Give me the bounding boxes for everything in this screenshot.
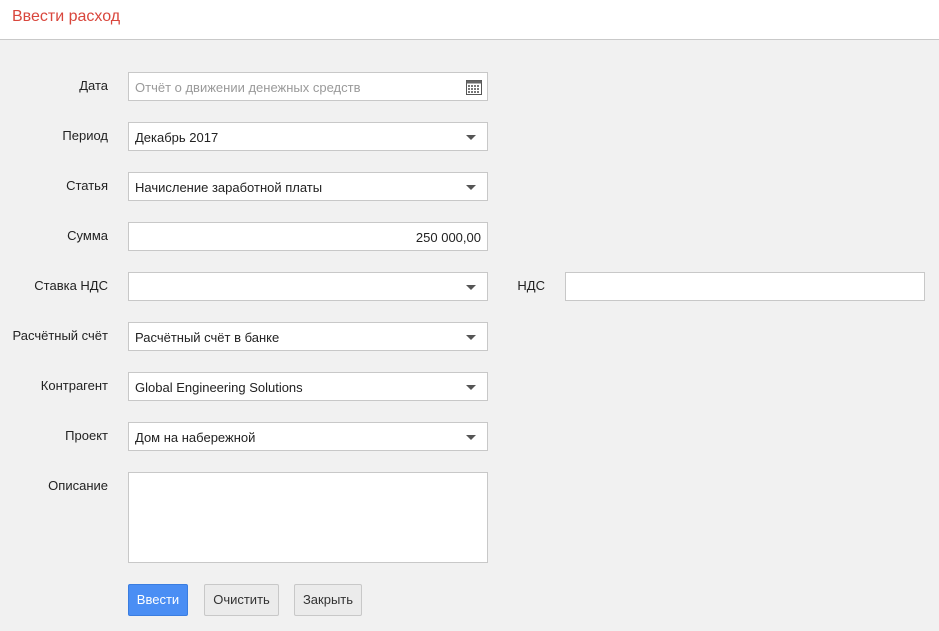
vat-rate-select[interactable] — [128, 272, 488, 301]
project-label: Проект — [65, 428, 108, 443]
description-textarea[interactable] — [128, 472, 488, 563]
amount-input[interactable]: 250 000,00 — [128, 222, 488, 251]
vat-rate-label: Ставка НДС — [34, 278, 108, 293]
project-value: Дом на набережной — [135, 430, 256, 445]
date-placeholder: Отчёт о движении денежных средств — [135, 80, 361, 95]
article-select[interactable]: Начисление заработной платы — [128, 172, 488, 201]
chevron-down-icon — [466, 185, 476, 190]
account-select[interactable]: Расчётный счёт в банке — [128, 322, 488, 351]
date-field[interactable]: Отчёт о движении денежных средств — [128, 72, 488, 101]
vat-label: НДС — [517, 278, 545, 293]
amount-label: Сумма — [67, 228, 108, 243]
chevron-down-icon — [466, 135, 476, 140]
date-label: Дата — [79, 78, 108, 93]
header: Ввести расход — [0, 0, 939, 40]
account-label: Расчётный счёт — [12, 328, 109, 343]
close-button[interactable]: Закрыть — [294, 584, 362, 616]
page-title: Ввести расход — [12, 8, 121, 25]
period-select[interactable]: Декабрь 2017 — [128, 122, 488, 151]
article-value: Начисление заработной платы — [135, 180, 323, 195]
amount-value: 250 000,00 — [415, 230, 481, 245]
vat-input[interactable] — [565, 272, 925, 301]
description-label: Описание — [48, 478, 108, 493]
chevron-down-icon — [466, 435, 476, 440]
article-label: Статья — [66, 178, 108, 193]
account-value: Расчётный счёт в банке — [135, 330, 280, 345]
calendar-icon[interactable] — [466, 79, 482, 95]
period-label: Период — [62, 128, 108, 143]
project-select[interactable]: Дом на набережной — [128, 422, 488, 451]
counterparty-value: Global Engineering Solutions — [135, 380, 303, 395]
chevron-down-icon — [466, 385, 476, 390]
clear-button[interactable]: Очистить — [204, 584, 279, 616]
chevron-down-icon — [466, 335, 476, 340]
counterparty-select[interactable]: Global Engineering Solutions — [128, 372, 488, 401]
counterparty-label: Контрагент — [40, 378, 108, 393]
period-value: Декабрь 2017 — [135, 130, 219, 145]
submit-button[interactable]: Ввести — [128, 584, 188, 616]
